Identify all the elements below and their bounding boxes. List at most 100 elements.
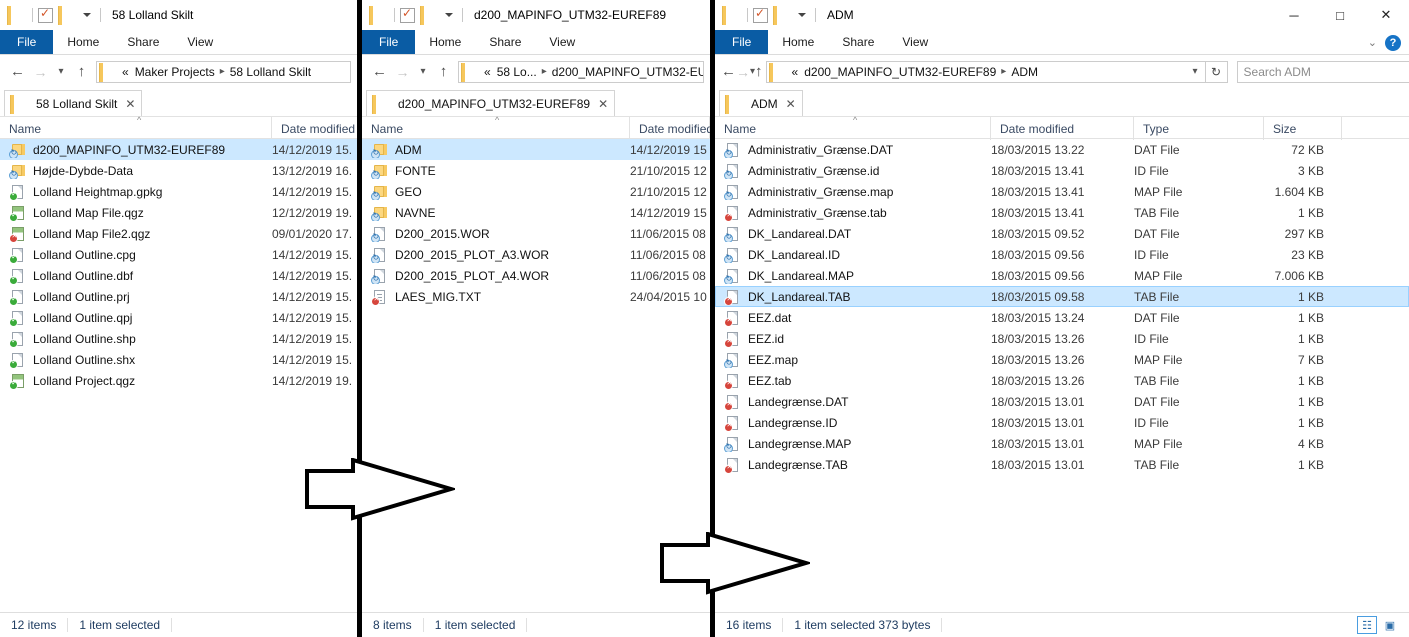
file-name-cell[interactable]: D200_2015_PLOT_A4.WOR: [362, 268, 630, 284]
breadcrumb-part-1[interactable]: 58 Lolland Skilt: [230, 65, 311, 79]
close-button[interactable]: ✕: [1363, 0, 1409, 30]
breadcrumb-3[interactable]: « d200_MAPINFO_UTM32-EUREF89 ▸ ADM ▾: [765, 60, 1206, 83]
forward-button[interactable]: →: [736, 60, 750, 84]
large-icons-view-button[interactable]: ▣: [1380, 616, 1400, 634]
folder-tab-3[interactable]: ADM ✕: [719, 90, 803, 116]
table-row[interactable]: GEO 21/10/2015 12: [362, 181, 710, 202]
maximize-button[interactable]: □: [1317, 0, 1363, 30]
table-row[interactable]: Lolland Outline.shx 14/12/2019 15.: [0, 349, 357, 370]
ribbon-tab-home[interactable]: Home: [768, 30, 828, 54]
table-row[interactable]: D200_2015_PLOT_A3.WOR 11/06/2015 08: [362, 244, 710, 265]
qat-chevron-down-icon[interactable]: [798, 13, 806, 17]
column-header-name[interactable]: ^ Name: [0, 115, 272, 140]
table-row[interactable]: d200_MAPINFO_UTM32-EUREF89 14/12/2019 15.: [0, 139, 357, 160]
column-header-date-modified[interactable]: Date modified: [991, 117, 1134, 140]
file-name-cell[interactable]: D200_2015_PLOT_A3.WOR: [362, 247, 630, 263]
column-header-size[interactable]: Size: [1264, 117, 1342, 140]
table-row[interactable]: DK_Landareal.TAB 18/03/2015 09.58 TAB File…: [715, 286, 1409, 307]
breadcrumb-chevron-down-icon[interactable]: ▾: [1186, 66, 1205, 77]
table-row[interactable]: Højde-Dybde-Data 13/12/2019 16.: [0, 160, 357, 181]
file-name-cell[interactable]: Lolland Outline.shx: [0, 352, 272, 368]
ribbon-tab-share[interactable]: Share: [113, 30, 173, 54]
recent-locations-chevron-icon[interactable]: ▾: [52, 60, 70, 84]
breadcrumb-part-1[interactable]: d200_MAPINFO_UTM32-EU: [552, 65, 703, 79]
file-name-cell[interactable]: EEZ.dat: [715, 310, 991, 326]
table-row[interactable]: DK_Landareal.MAP 18/03/2015 09.56 MAP File…: [715, 265, 1409, 286]
table-row[interactable]: Lolland Outline.cpg 14/12/2019 15.: [0, 244, 357, 265]
ribbon-tab-share[interactable]: Share: [828, 30, 888, 54]
table-row[interactable]: Landegrænse.ID 18/03/2015 13.01 ID File 1 K…: [715, 412, 1409, 433]
ribbon-tab-home[interactable]: Home: [415, 30, 475, 54]
tab-close-icon[interactable]: ✕: [125, 97, 135, 111]
folder-tab-1[interactable]: 58 Lolland Skilt ✕: [4, 90, 143, 116]
file-name-cell[interactable]: Lolland Outline.cpg: [0, 247, 272, 263]
ribbon-tab-view[interactable]: View: [173, 30, 227, 54]
breadcrumb-part-0[interactable]: Maker Projects: [135, 65, 215, 79]
file-name-cell[interactable]: EEZ.id: [715, 331, 991, 347]
ribbon-tab-file[interactable]: File: [362, 30, 416, 54]
table-row[interactable]: ADM 14/12/2019 15: [362, 139, 710, 160]
qat-chevron-down-icon[interactable]: [83, 13, 91, 17]
table-row[interactable]: D200_2015.WOR 11/06/2015 08: [362, 223, 710, 244]
file-name-cell[interactable]: Landegrænse.TAB: [715, 457, 991, 473]
quick-access-toolbar-2[interactable]: [371, 6, 468, 25]
table-row[interactable]: Administrativ_Grænse.map 18/03/2015 13.41…: [715, 181, 1409, 202]
ribbon-tab-file[interactable]: File: [0, 30, 54, 54]
table-row[interactable]: NAVNE 14/12/2019 15: [362, 202, 710, 223]
back-button[interactable]: ←: [6, 60, 29, 84]
tab-close-icon[interactable]: ✕: [598, 97, 608, 111]
file-list-3[interactable]: Administrativ_Grænse.DAT 18/03/2015 13.22…: [715, 139, 1409, 475]
qat-chevron-down-icon[interactable]: [445, 13, 453, 17]
breadcrumb-part-1[interactable]: ADM: [1011, 65, 1038, 79]
table-row[interactable]: EEZ.tab 18/03/2015 13.26 TAB File 1 KB: [715, 370, 1409, 391]
file-name-cell[interactable]: DK_Landareal.DAT: [715, 226, 991, 242]
file-name-cell[interactable]: Lolland Outline.dbf: [0, 268, 272, 284]
up-button[interactable]: ↑: [70, 60, 93, 84]
table-row[interactable]: EEZ.map 18/03/2015 13.26 MAP File 7 KB: [715, 349, 1409, 370]
file-name-cell[interactable]: Lolland Outline.prj: [0, 289, 272, 305]
minimize-button[interactable]: ─: [1271, 0, 1317, 30]
file-name-cell[interactable]: Landegrænse.ID: [715, 415, 991, 431]
table-row[interactable]: LAES_MIG.TXT 24/04/2015 10: [362, 286, 710, 307]
file-name-cell[interactable]: EEZ.map: [715, 352, 991, 368]
folder-tab-2[interactable]: d200_MAPINFO_UTM32-EUREF89 ✕: [366, 90, 616, 116]
file-name-cell[interactable]: NAVNE: [362, 205, 630, 221]
breadcrumb-2[interactable]: « 58 Lo... ▸ d200_MAPINFO_UTM32-EU: [458, 60, 704, 83]
column-header-type[interactable]: Type: [1134, 117, 1264, 140]
file-list-2[interactable]: ADM 14/12/2019 15 FONTE 21/10/2015 12 GEO 21/…: [362, 139, 710, 307]
table-row[interactable]: Landegrænse.TAB 18/03/2015 13.01 TAB File 1…: [715, 454, 1409, 475]
table-row[interactable]: Lolland Heightmap.gpkg 14/12/2019 15.: [0, 181, 357, 202]
refresh-icon[interactable]: ↻: [1205, 60, 1228, 83]
file-name-cell[interactable]: ADM: [362, 142, 630, 158]
tab-close-icon[interactable]: ✕: [786, 97, 796, 111]
file-name-cell[interactable]: D200_2015.WOR: [362, 226, 630, 242]
file-name-cell[interactable]: Landegrænse.MAP: [715, 436, 991, 452]
table-row[interactable]: Lolland Outline.shp 14/12/2019 15.: [0, 328, 357, 349]
file-name-cell[interactable]: Lolland Map File2.qgz: [0, 226, 272, 242]
help-icon[interactable]: ?: [1385, 34, 1401, 51]
ribbon-tab-home[interactable]: Home: [53, 30, 113, 54]
quick-access-toolbar-1[interactable]: [9, 6, 106, 25]
file-name-cell[interactable]: Lolland Outline.qpj: [0, 310, 272, 326]
file-name-cell[interactable]: Lolland Project.qgz: [0, 373, 272, 389]
back-button[interactable]: ←: [368, 60, 391, 84]
table-row[interactable]: DK_Landareal.ID 18/03/2015 09.56 ID File 23…: [715, 244, 1409, 265]
quick-access-toolbar-3[interactable]: [724, 6, 821, 25]
recent-locations-chevron-icon[interactable]: ▾: [414, 60, 432, 84]
ribbon-tab-share[interactable]: Share: [475, 30, 535, 54]
file-name-cell[interactable]: Højde-Dybde-Data: [0, 163, 272, 179]
forward-button[interactable]: →: [391, 60, 414, 84]
properties-icon[interactable]: [753, 6, 768, 23]
forward-button[interactable]: →: [29, 60, 52, 84]
column-header-name[interactable]: ^ Name: [362, 115, 630, 140]
new-folder-icon[interactable]: [422, 6, 438, 25]
column-header-date-modified[interactable]: Date modified: [630, 117, 710, 140]
table-row[interactable]: DK_Landareal.DAT 18/03/2015 09.52 DAT File…: [715, 223, 1409, 244]
table-row[interactable]: Lolland Project.qgz 14/12/2019 19.: [0, 370, 357, 391]
table-row[interactable]: Administrativ_Grænse.id 18/03/2015 13.41 I…: [715, 160, 1409, 181]
table-row[interactable]: Lolland Outline.dbf 14/12/2019 15.: [0, 265, 357, 286]
search-box-3[interactable]: Search ADM 🔍: [1236, 60, 1409, 83]
ribbon-tab-file[interactable]: File: [715, 30, 769, 54]
table-row[interactable]: Lolland Map File.qgz 12/12/2019 19.: [0, 202, 357, 223]
file-name-cell[interactable]: Landegrænse.DAT: [715, 394, 991, 410]
